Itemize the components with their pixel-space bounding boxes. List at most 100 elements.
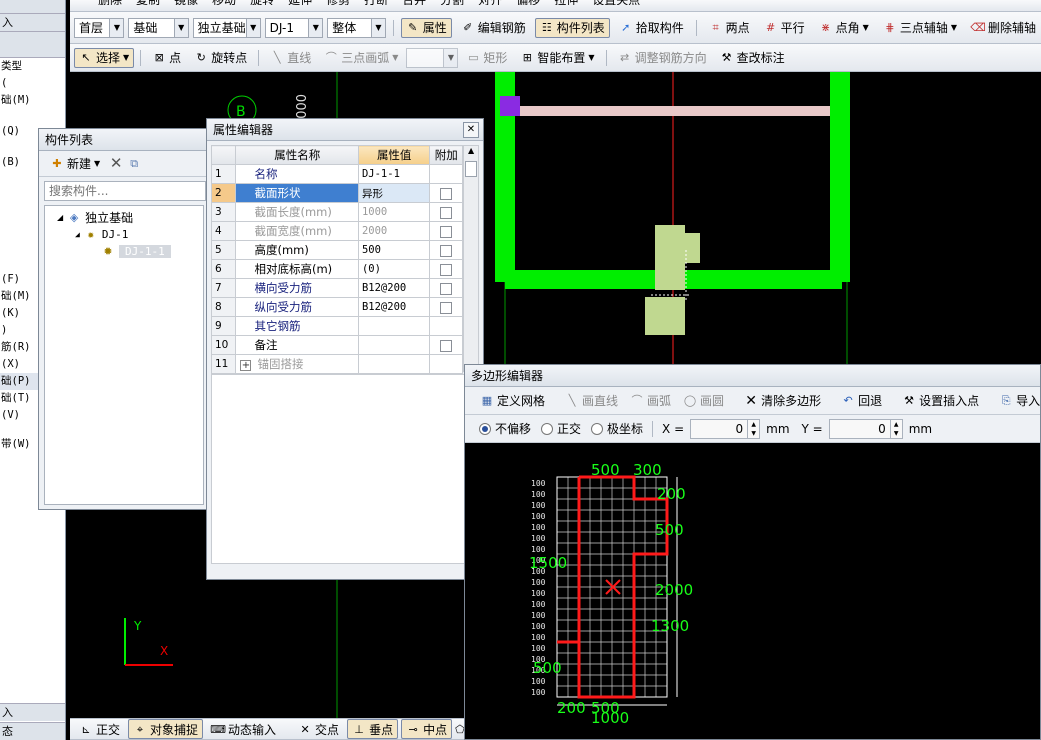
scroll-thumb[interactable] <box>465 161 478 177</box>
extra-checkbox[interactable] <box>440 263 453 276</box>
top-menu-item[interactable]: 删除 <box>98 0 122 5</box>
top-menu-item[interactable]: 延伸 <box>288 0 312 5</box>
col-value[interactable]: 属性值 <box>357 145 431 165</box>
three-point-arc-button[interactable]: ⌒ 三点画弧 ▼ <box>319 48 403 68</box>
property-row[interactable]: 4 截面宽度(mm) 2000 <box>210 221 464 241</box>
property-value[interactable] <box>357 316 431 336</box>
top-menu-item[interactable]: 旋转 <box>250 0 274 5</box>
draw-line-button[interactable]: ╲ 画直线 <box>560 391 623 411</box>
nav-tree-item[interactable]: 类型 <box>0 58 65 75</box>
spinner-icon[interactable]: ▲ ▼ <box>747 419 759 438</box>
floor-select[interactable]: 首层 ▼ <box>74 17 125 38</box>
expand-icon[interactable]: + <box>240 360 252 371</box>
top-menu-item[interactable]: 对齐 <box>478 0 502 5</box>
nav-header-1[interactable] <box>0 0 65 14</box>
ortho-toggle[interactable]: ⊾ 正交 <box>74 719 125 739</box>
delete-icon[interactable]: ✕ <box>109 156 123 171</box>
property-row[interactable]: 2 截面形状 异形 <box>210 183 464 203</box>
rotate-point-button[interactable]: ↻ 旋转点 <box>189 48 252 68</box>
top-menu-item[interactable]: 偏移 <box>516 0 540 5</box>
rectangle-button[interactable]: ▭ 矩形 <box>461 48 512 68</box>
tree-node-child[interactable]: ◢ ✹ DJ-1 <box>45 226 203 243</box>
top-menu-item[interactable]: 打断 <box>364 0 388 5</box>
property-value[interactable]: DJ-1-1 <box>357 164 431 184</box>
extra-checkbox[interactable] <box>440 339 453 352</box>
point-button[interactable]: ⊠ 点 <box>147 48 186 68</box>
property-row[interactable]: 9 其它钢筋 <box>210 316 464 336</box>
property-row[interactable]: 8 纵向受力筋 B12@200 <box>210 297 464 317</box>
clear-polygon-button[interactable]: ✕ 清除多边形 <box>739 391 826 411</box>
adjust-rebar-direction-button[interactable]: ⇄ 调整钢筋方向 <box>613 48 712 68</box>
property-row[interactable]: 3 截面长度(mm) 1000 <box>210 202 464 222</box>
extra-checkbox[interactable] <box>440 206 453 219</box>
edit-rebar-button[interactable]: ✐ 编辑钢筋 <box>456 18 531 38</box>
more-snap-icon[interactable]: ⬠ <box>455 722 464 736</box>
nav-tree-item[interactable]: ( <box>0 75 65 92</box>
spinner-icon[interactable]: ▲ ▼ <box>889 419 902 438</box>
perpendicular-snap[interactable]: ⊥ 垂点 <box>347 719 399 739</box>
radio-no-offset[interactable]: 不偏移 <box>479 420 531 437</box>
close-icon[interactable]: ✕ <box>463 121 479 138</box>
draw-arc-button[interactable]: ⌒ 画弧 <box>625 391 676 411</box>
property-row[interactable]: 10 备注 <box>210 335 464 355</box>
object-snap-toggle[interactable]: ⌖ 对象捕捉 <box>128 719 204 739</box>
top-menu-item[interactable]: 拉伸 <box>554 0 578 5</box>
property-value[interactable]: B12@200 <box>357 297 431 317</box>
midpoint-snap[interactable]: ⊸ 中点 <box>401 719 453 739</box>
smart-layout-button[interactable]: ⊞ 智能布置 ▼ <box>515 48 599 68</box>
property-value[interactable]: 500 <box>357 240 431 260</box>
polygon-canvas[interactable]: 1001001001001001001001001001001001001001… <box>465 443 1040 739</box>
attribute-button[interactable]: ✎ 属性 <box>400 17 452 38</box>
tree-node-root[interactable]: ◢ ◈ 独立基础 <box>45 209 203 226</box>
radio-polar[interactable]: 极坐标 <box>591 420 643 437</box>
property-row[interactable]: 5 高度(mm) 500 <box>210 240 464 260</box>
point-angle-button[interactable]: ⋇ 点角 ▼ <box>814 18 874 38</box>
property-value[interactable]: 2000 <box>357 221 431 241</box>
top-menu-item[interactable]: 移动 <box>212 0 236 5</box>
extra-checkbox[interactable] <box>440 225 453 238</box>
two-point-axis-button[interactable]: ⌗ 两点 <box>704 18 755 38</box>
nav-tree-item[interactable]: 础(M) <box>0 92 65 109</box>
extra-checkbox[interactable] <box>440 244 453 257</box>
x-input[interactable]: 0 ▲ ▼ <box>690 418 761 439</box>
set-insert-point-button[interactable]: ⚒ 设置插入点 <box>897 391 984 411</box>
import-button[interactable]: ⎘ 导入 <box>994 391 1040 411</box>
draw-circle-button[interactable]: ◯ 画圆 <box>678 391 729 411</box>
col-name[interactable]: 属性名称 <box>235 145 359 165</box>
top-menu-item[interactable]: 设置夹点 <box>592 0 640 5</box>
property-row[interactable]: 7 横向受力筋 B12@200 <box>210 278 464 298</box>
scroll-up-icon[interactable]: ▲ <box>464 146 478 160</box>
part-select[interactable]: 整体 ▼ <box>327 17 386 38</box>
extra-checkbox[interactable] <box>440 187 453 200</box>
line-button[interactable]: ╲ 直线 <box>265 48 316 68</box>
nav-footer-1[interactable]: 入 <box>0 703 65 721</box>
top-menu-item[interactable]: 复制 <box>136 0 160 5</box>
pick-component-button[interactable]: ➚ 拾取构件 <box>614 18 689 38</box>
property-value[interactable]: 异形 <box>357 183 431 203</box>
extra-checkbox[interactable] <box>440 282 453 295</box>
property-row[interactable]: 11 + 锚固搭接 <box>210 354 464 374</box>
radio-ortho[interactable]: 正交 <box>541 420 581 437</box>
top-menu-item[interactable]: 修剪 <box>326 0 350 5</box>
property-value[interactable]: B12@200 <box>357 278 431 298</box>
top-menu-item[interactable]: 分割 <box>440 0 464 5</box>
property-scrollbar[interactable]: ▲ <box>463 145 479 372</box>
property-value[interactable] <box>357 354 431 374</box>
property-value[interactable]: (0) <box>357 259 431 279</box>
component-select[interactable]: DJ-1 ▼ <box>264 17 324 38</box>
delete-aux-button[interactable]: ⌫ 删除辅轴 <box>966 18 1041 38</box>
nav-header-3[interactable] <box>0 32 65 58</box>
property-row[interactable]: 6 相对底标高(m) (0) <box>210 259 464 279</box>
component-list-button[interactable]: ☷ 构件列表 <box>534 17 610 38</box>
top-menu-item[interactable]: 合并 <box>402 0 426 5</box>
define-grid-button[interactable]: ▦ 定义网格 <box>475 391 550 411</box>
search-input[interactable] <box>44 181 206 201</box>
nav-header-2[interactable]: 入 <box>0 14 65 32</box>
col-extra[interactable]: 附加 <box>429 145 464 165</box>
extra-checkbox[interactable] <box>440 301 453 314</box>
property-row[interactable]: 1 名称 DJ-1-1 <box>210 164 464 184</box>
y-input[interactable]: 0 ▲ ▼ <box>828 418 903 439</box>
top-menu-item[interactable]: 镜像 <box>174 0 198 5</box>
parallel-axis-button[interactable]: # 平行 <box>759 18 810 38</box>
undo-button[interactable]: ↶ 回退 <box>836 391 887 411</box>
